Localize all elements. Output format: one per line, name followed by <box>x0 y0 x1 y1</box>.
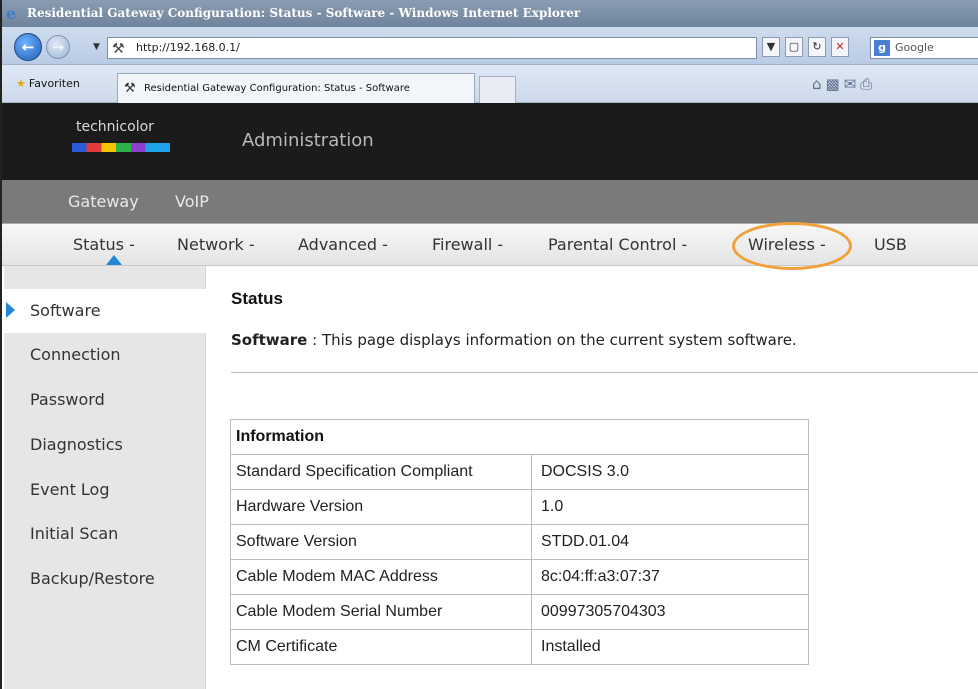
brand-logo: technicolor <box>76 119 154 135</box>
command-bar: ⌂▩✉⎙ <box>812 75 876 93</box>
row-label: Software Version <box>230 524 532 560</box>
row-value: 00997305704303 <box>531 594 809 630</box>
sidebar-item-event-log[interactable]: Event Log <box>4 468 206 512</box>
tab-network[interactable]: Network - <box>177 235 255 254</box>
address-dropdown-icon[interactable]: ▼ <box>762 37 780 57</box>
browser-window: e Residential Gateway Configuration: Sta… <box>0 0 978 689</box>
tab-usb[interactable]: USB <box>874 235 907 254</box>
compatibility-icon[interactable]: ▢ <box>785 37 803 57</box>
table-row: CM Certificate Installed <box>230 629 809 665</box>
table-row: Cable Modem MAC Address 8c:04:ff:a3:07:3… <box>230 559 809 595</box>
sidebar-item-diagnostics[interactable]: Diagnostics <box>4 423 206 467</box>
information-table: Information Standard Specification Compl… <box>230 419 809 665</box>
section-heading: Status <box>231 289 283 308</box>
tab-site-icon: ⚒ <box>124 81 136 96</box>
row-value: STDD.01.04 <box>531 524 809 560</box>
table-header: Information <box>230 419 809 455</box>
tab-status[interactable]: Status - <box>73 235 135 254</box>
tab-title: Residential Gateway Configuration: Statu… <box>144 83 410 94</box>
table-row: Software Version STDD.01.04 <box>230 524 809 560</box>
star-icon: ★ <box>16 77 26 90</box>
description-label: Software <box>231 331 308 349</box>
row-value: 8c:04:ff:a3:07:37 <box>531 559 809 595</box>
favorites-button[interactable]: ★ Favoriten <box>16 77 80 90</box>
home-icon[interactable]: ⌂ <box>812 75 826 93</box>
sidebar: Software Connection Password Diagnostics… <box>4 266 206 689</box>
feeds-icon[interactable]: ▩ <box>826 75 844 93</box>
address-input[interactable]: ⚒ http://192.168.0.1/ <box>107 37 757 59</box>
row-value: Installed <box>531 629 809 665</box>
favorites-bar: ★ Favoriten ⚒ Residential Gateway Configu… <box>2 65 978 103</box>
row-label: Hardware Version <box>230 489 532 525</box>
sidebar-item-backup-restore[interactable]: Backup/Restore <box>4 557 206 601</box>
app-header: technicolor Administration <box>2 103 978 180</box>
page-title: Administration <box>242 130 374 151</box>
search-input[interactable]: g Google <box>870 37 978 59</box>
browser-tab[interactable]: ⚒ Residential Gateway Configuration: Sta… <box>117 73 475 103</box>
row-value: DOCSIS 3.0 <box>531 454 809 490</box>
address-url: http://192.168.0.1/ <box>136 41 240 54</box>
site-icon: ⚒ <box>112 41 125 57</box>
refresh-icon[interactable]: ↻ <box>808 37 826 57</box>
google-icon: g <box>874 40 890 56</box>
history-dropdown-icon[interactable]: ▼ <box>93 42 100 52</box>
active-item-arrow-icon <box>6 302 15 318</box>
row-label: CM Certificate <box>230 629 532 665</box>
table-row: Hardware Version 1.0 <box>230 489 809 525</box>
tab-advanced[interactable]: Advanced - <box>298 235 388 254</box>
favorites-label: Favoriten <box>28 77 80 90</box>
table-row: Standard Specification Compliant DOCSIS … <box>230 454 809 490</box>
table-row: Cable Modem Serial Number 00997305704303 <box>230 594 809 630</box>
menu-voip[interactable]: VoIP <box>175 192 209 211</box>
search-placeholder: Google <box>895 41 934 54</box>
sidebar-item-password[interactable]: Password <box>4 378 206 422</box>
brand-color-bar <box>72 143 170 152</box>
menu-gateway[interactable]: Gateway <box>68 192 139 211</box>
wireless-highlight-circle <box>732 222 852 270</box>
address-toolbar: ← → ▼ ⚒ http://192.168.0.1/ ▼ ▢ ↻ ✕ g Go… <box>2 27 978 65</box>
sidebar-item-connection[interactable]: Connection <box>4 333 206 377</box>
sidebar-item-initial-scan[interactable]: Initial Scan <box>4 512 206 556</box>
sidebar-item-software[interactable]: Software <box>4 289 206 333</box>
stop-icon[interactable]: ✕ <box>831 37 849 57</box>
description-text: This page displays information on the cu… <box>321 331 797 349</box>
tab-firewall[interactable]: Firewall - <box>432 235 503 254</box>
active-tab-indicator <box>106 255 122 265</box>
row-label: Standard Specification Compliant <box>230 454 532 490</box>
back-button[interactable]: ← <box>14 33 42 61</box>
new-tab-button[interactable] <box>479 76 516 103</box>
print-icon[interactable]: ⎙ <box>860 75 876 93</box>
window-title: Residential Gateway Configuration: Statu… <box>27 6 581 20</box>
row-value: 1.0 <box>531 489 809 525</box>
description-separator: : <box>307 331 322 349</box>
tab-parental-control[interactable]: Parental Control - <box>548 235 687 254</box>
mail-icon[interactable]: ✉ <box>844 75 861 93</box>
row-label: Cable Modem Serial Number <box>230 594 532 630</box>
row-label: Cable Modem MAC Address <box>230 559 532 595</box>
page-description: Software : This page displays informatio… <box>231 331 797 349</box>
divider <box>231 372 978 373</box>
window-titlebar: e Residential Gateway Configuration: Sta… <box>2 0 978 27</box>
ie-logo-icon: e <box>6 3 17 23</box>
forward-button[interactable]: → <box>46 35 70 59</box>
top-menu: Gateway VoIP <box>2 180 978 224</box>
table-header-row: Information <box>230 419 809 455</box>
